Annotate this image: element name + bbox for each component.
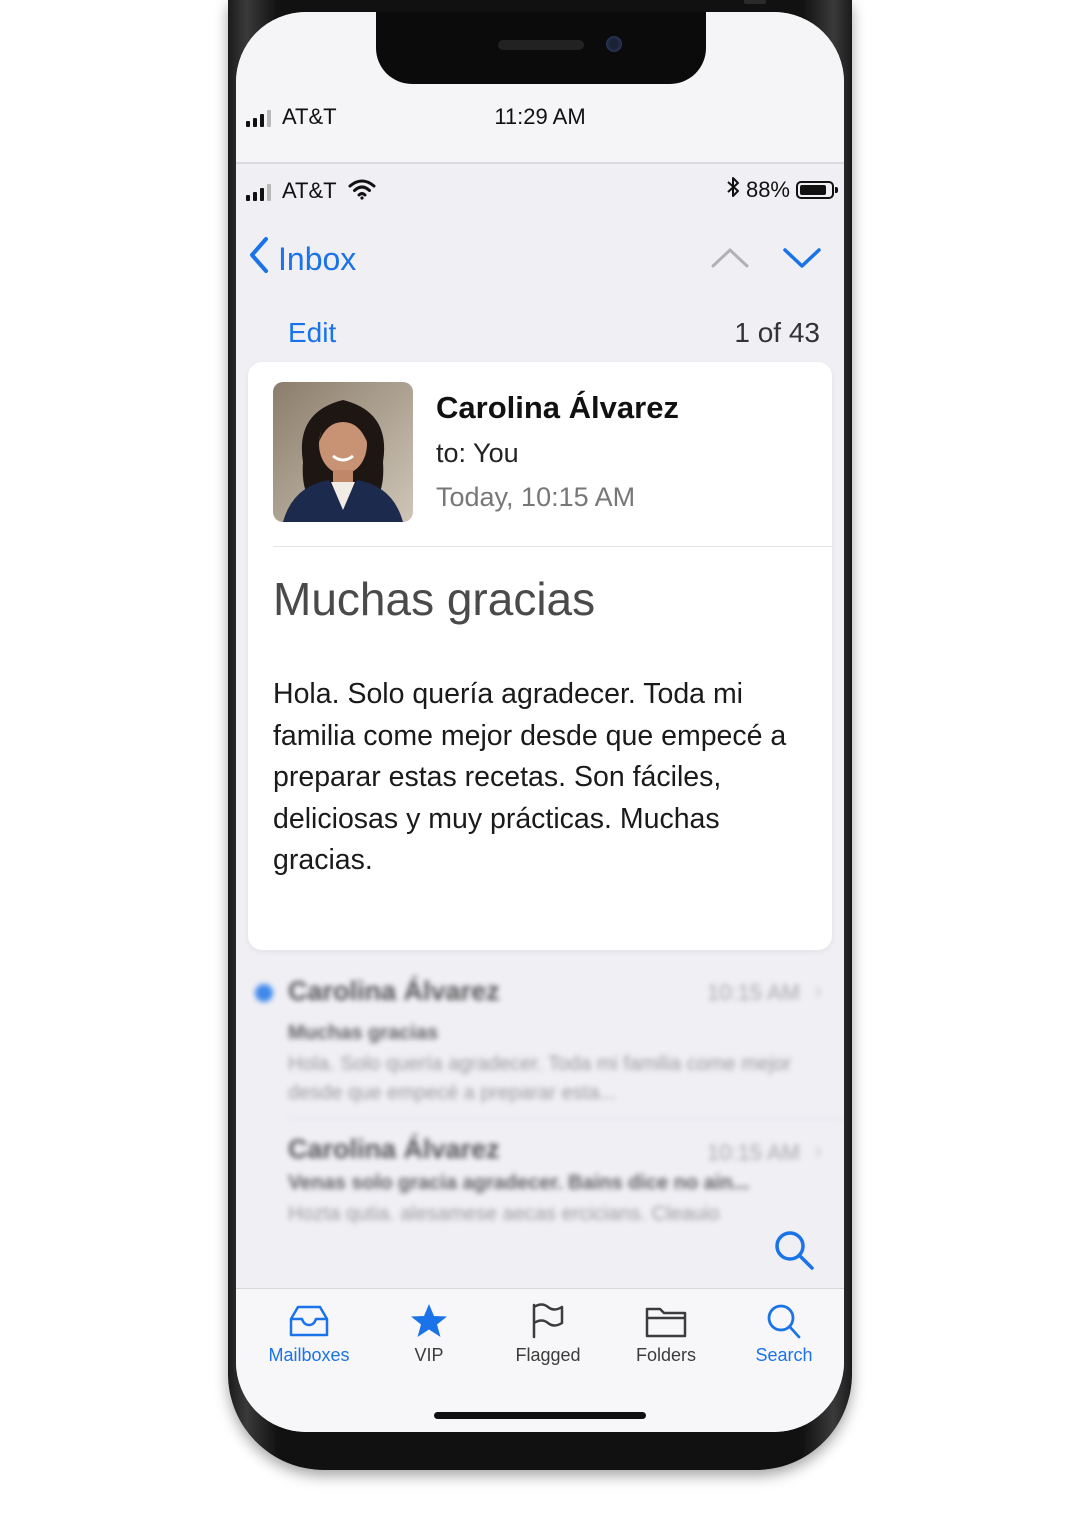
status-bar-primary: AT&T 11:29 AM <box>236 100 844 140</box>
message-count: 1 of 43 <box>734 317 820 348</box>
chevron-right-icon: › <box>814 978 822 1003</box>
chevron-right-icon: › <box>814 1138 822 1163</box>
mail-nav-bar: Inbox <box>236 232 844 292</box>
list-item-time: 10:15 AM <box>707 1140 800 1165</box>
recipient-line[interactable]: to: You <box>436 438 519 469</box>
unread-dot <box>255 984 273 1002</box>
phone-screen: AT&T 11:29 AM AT&T 88% Inbox Edit 1 of 4… <box>236 12 844 1432</box>
earpiece-speaker <box>498 40 584 50</box>
inbox-tray-icon <box>289 1305 329 1337</box>
side-button <box>744 0 766 4</box>
search-icon <box>767 1304 801 1339</box>
back-label: Inbox <box>278 240 357 277</box>
list-item-preview: Hola. Solo quería agradecer. Toda mi fam… <box>288 1053 792 1104</box>
sender-avatar <box>273 382 413 522</box>
floating-search-button[interactable] <box>772 1228 816 1272</box>
chevron-down-icon <box>783 248 821 268</box>
flag-icon <box>532 1303 564 1339</box>
message-body: Hola. Solo quería agradecer. Toda mi fam… <box>273 678 787 876</box>
tab-vip[interactable]: VIP <box>370 1303 488 1366</box>
battery-icon <box>796 181 838 199</box>
message-subject: Muchas gracias <box>273 573 596 625</box>
message-card: Carolina Álvarez to: You Today, 10:15 AM… <box>248 362 832 950</box>
search-icon <box>775 1231 814 1270</box>
list-item-time: 10:15 AM <box>707 980 800 1005</box>
chevron-left-icon <box>248 236 270 282</box>
folder-icon <box>645 1307 687 1338</box>
back-to-inbox-button[interactable]: Inbox <box>248 236 356 282</box>
bluetooth-icon <box>726 176 740 204</box>
tab-label: Mailboxes <box>268 1345 350 1365</box>
tab-flagged[interactable]: Flagged <box>489 1303 607 1366</box>
list-item-subject: Venas solo gracia agradecer. Bains dice … <box>288 1172 750 1194</box>
message-date: Today, 10:15 AM <box>436 482 636 512</box>
status-divider <box>236 162 844 164</box>
tab-search[interactable]: Search <box>725 1303 843 1366</box>
list-item-preview: Hozta qutia. alesamese aecas ercicians. … <box>288 1203 720 1225</box>
carrier-label: AT&T <box>282 178 337 203</box>
edit-button[interactable]: Edit <box>288 317 336 349</box>
header-divider <box>273 546 832 547</box>
tab-label: VIP <box>414 1345 444 1365</box>
sender-name[interactable]: Carolina Álvarez <box>436 390 679 426</box>
list-item-subject: Muchas gracias <box>288 1022 439 1044</box>
battery-percent: 88% <box>745 177 790 202</box>
tab-folders[interactable]: Folders <box>607 1303 725 1366</box>
battery-fill <box>800 185 827 195</box>
tab-label: Search <box>755 1345 813 1365</box>
previous-message-button[interactable] <box>708 238 752 278</box>
list-item-sender: Carolina Álvarez <box>288 976 500 1006</box>
notch <box>376 12 706 84</box>
tab-label: Flagged <box>515 1345 581 1365</box>
wifi-icon <box>348 178 376 206</box>
inbox-list: Carolina Álvarez 10:15 AM › Muchas graci… <box>236 972 844 1232</box>
list-item-sender: Carolina Álvarez <box>288 1134 500 1164</box>
home-indicator[interactable] <box>434 1412 646 1419</box>
status-bar-secondary: AT&T 88% <box>236 174 844 214</box>
front-camera <box>606 36 622 52</box>
signal-bars-icon <box>246 184 271 201</box>
status-time: 11:29 AM <box>494 104 586 129</box>
star-icon <box>411 1304 447 1337</box>
chevron-up-icon <box>711 248 749 268</box>
tab-bar: Mailboxes VIP Flagged Folders Search <box>236 1288 844 1432</box>
next-message-button[interactable] <box>780 238 824 278</box>
tab-mailboxes[interactable]: Mailboxes <box>250 1303 368 1366</box>
list-separator <box>288 1118 844 1119</box>
tab-label: Folders <box>635 1345 697 1365</box>
